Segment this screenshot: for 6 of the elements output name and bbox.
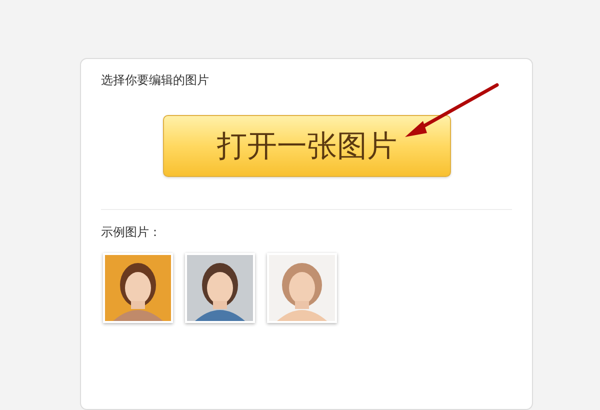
examples-label: 示例图片： — [101, 224, 162, 241]
example-thumbnail[interactable] — [185, 253, 255, 323]
example-thumbnail[interactable] — [103, 253, 173, 323]
section-title: 选择你要编辑的图片 — [101, 72, 210, 89]
example-thumbnail[interactable] — [267, 253, 337, 323]
open-image-button[interactable]: 打开一张图片 — [163, 115, 451, 177]
